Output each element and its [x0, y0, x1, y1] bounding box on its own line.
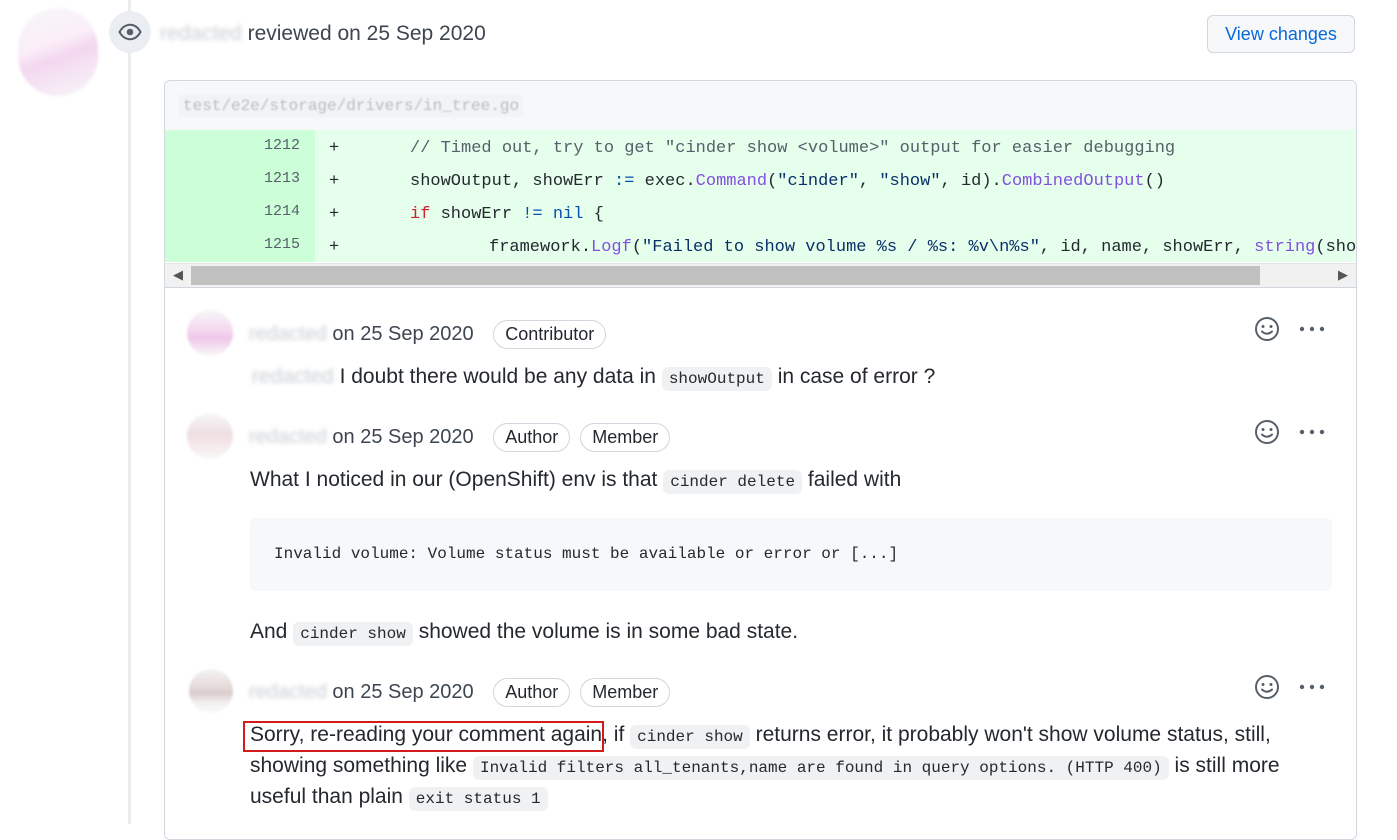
- reviewer-avatar[interactable]: [18, 8, 98, 96]
- comment-date[interactable]: on 25 Sep 2020: [332, 426, 473, 448]
- smiley-icon[interactable]: [1253, 418, 1281, 451]
- comment-body: showing something like Invalid filters a…: [250, 754, 1280, 780]
- line-number[interactable]: 1214: [165, 196, 315, 229]
- comment-header: redacted on 25 Sep 2020 Author Member: [249, 678, 671, 707]
- line-number[interactable]: 1213: [165, 163, 315, 196]
- avatar[interactable]: [189, 669, 233, 713]
- comment-body: And cinder show showed the volume is in …: [250, 620, 798, 646]
- diff-sign: +: [329, 238, 340, 257]
- kebab-horizontal-icon[interactable]: [1298, 418, 1326, 451]
- file-path[interactable]: test/e2e/storage/drivers/in_tree.go: [179, 95, 524, 117]
- comment-body: useful than plain exit status 1: [250, 785, 548, 811]
- avatar[interactable]: [187, 310, 233, 356]
- comment-header: redacted on 25 Sep 2020 Contributor: [249, 320, 607, 349]
- comment-date[interactable]: on 25 Sep 2020: [332, 323, 473, 345]
- comment-author[interactable]: redacted: [249, 681, 327, 703]
- contributor-badge: Contributor: [493, 320, 607, 349]
- horizontal-scrollbar[interactable]: ◀ ▶: [165, 263, 1356, 288]
- inline-code: showOutput: [661, 367, 772, 391]
- view-changes-button[interactable]: View changes: [1207, 15, 1355, 53]
- eye-icon: [109, 11, 151, 53]
- file-header: test/e2e/storage/drivers/in_tree.go: [165, 81, 1356, 131]
- comment-author[interactable]: redacted: [249, 323, 327, 345]
- code-line: showOutput, showErr := exec.Command("cin…: [410, 172, 1165, 191]
- kebab-horizontal-icon[interactable]: [1298, 673, 1326, 706]
- inline-code: Invalid filters all_tenants,name are fou…: [472, 756, 1169, 780]
- smiley-icon[interactable]: [1253, 673, 1281, 706]
- author-badge: Author: [493, 423, 571, 452]
- diff-line: 1212 + // Timed out, try to get "cinder …: [165, 130, 1356, 163]
- smiley-icon[interactable]: [1253, 315, 1281, 348]
- inline-code: cinder show: [293, 622, 413, 646]
- scroll-right-icon[interactable]: ▶: [1338, 267, 1348, 283]
- scroll-left-icon[interactable]: ◀: [173, 267, 183, 283]
- comment-body: redacted I doubt there would be any data…: [252, 365, 935, 391]
- inline-code: cinder delete: [663, 470, 803, 494]
- member-badge: Member: [580, 678, 671, 707]
- code-line: // Timed out, try to get "cinder show <v…: [410, 139, 1176, 158]
- line-number[interactable]: 1215: [165, 229, 315, 262]
- reviewer-name[interactable]: redacted: [160, 22, 242, 45]
- comment-body: What I noticed in our (OpenShift) env is…: [250, 468, 901, 494]
- member-badge: Member: [580, 423, 671, 452]
- inline-code: cinder show: [630, 725, 750, 749]
- diff-sign: +: [329, 139, 340, 158]
- timeline-line: [128, 0, 131, 824]
- avatar[interactable]: [187, 413, 233, 459]
- comment-header: redacted on 25 Sep 2020 Author Member: [249, 423, 671, 452]
- code-line: if showErr != nil {: [410, 205, 604, 224]
- diff-line: 1215 + framework.Logf("Failed to show vo…: [165, 229, 1356, 262]
- diff-sign: +: [329, 205, 340, 224]
- inline-code: exit status 1: [408, 787, 548, 811]
- diff-line: 1214 + if showErr != nil {: [165, 196, 1356, 229]
- scrollbar-thumb[interactable]: [191, 266, 1260, 285]
- highlight-box: [243, 721, 604, 752]
- code-line: framework.Logf("Failed to show volume %s…: [489, 238, 1357, 257]
- quote-author: redacted: [252, 365, 334, 388]
- review-action: reviewed on 25 Sep 2020: [247, 22, 486, 45]
- comment-date[interactable]: on 25 Sep 2020: [332, 681, 473, 703]
- code-block: Invalid volume: Volume status must be av…: [250, 518, 1332, 591]
- review-header: redacted reviewed on 25 Sep 2020: [160, 22, 486, 46]
- line-number[interactable]: 1212: [165, 130, 315, 163]
- diff-line: 1213 + showOutput, showErr := exec.Comma…: [165, 163, 1356, 196]
- divider: [165, 287, 1356, 288]
- kebab-horizontal-icon[interactable]: [1298, 315, 1326, 348]
- diff-sign: +: [329, 172, 340, 191]
- comment-author[interactable]: redacted: [249, 426, 327, 448]
- author-badge: Author: [493, 678, 571, 707]
